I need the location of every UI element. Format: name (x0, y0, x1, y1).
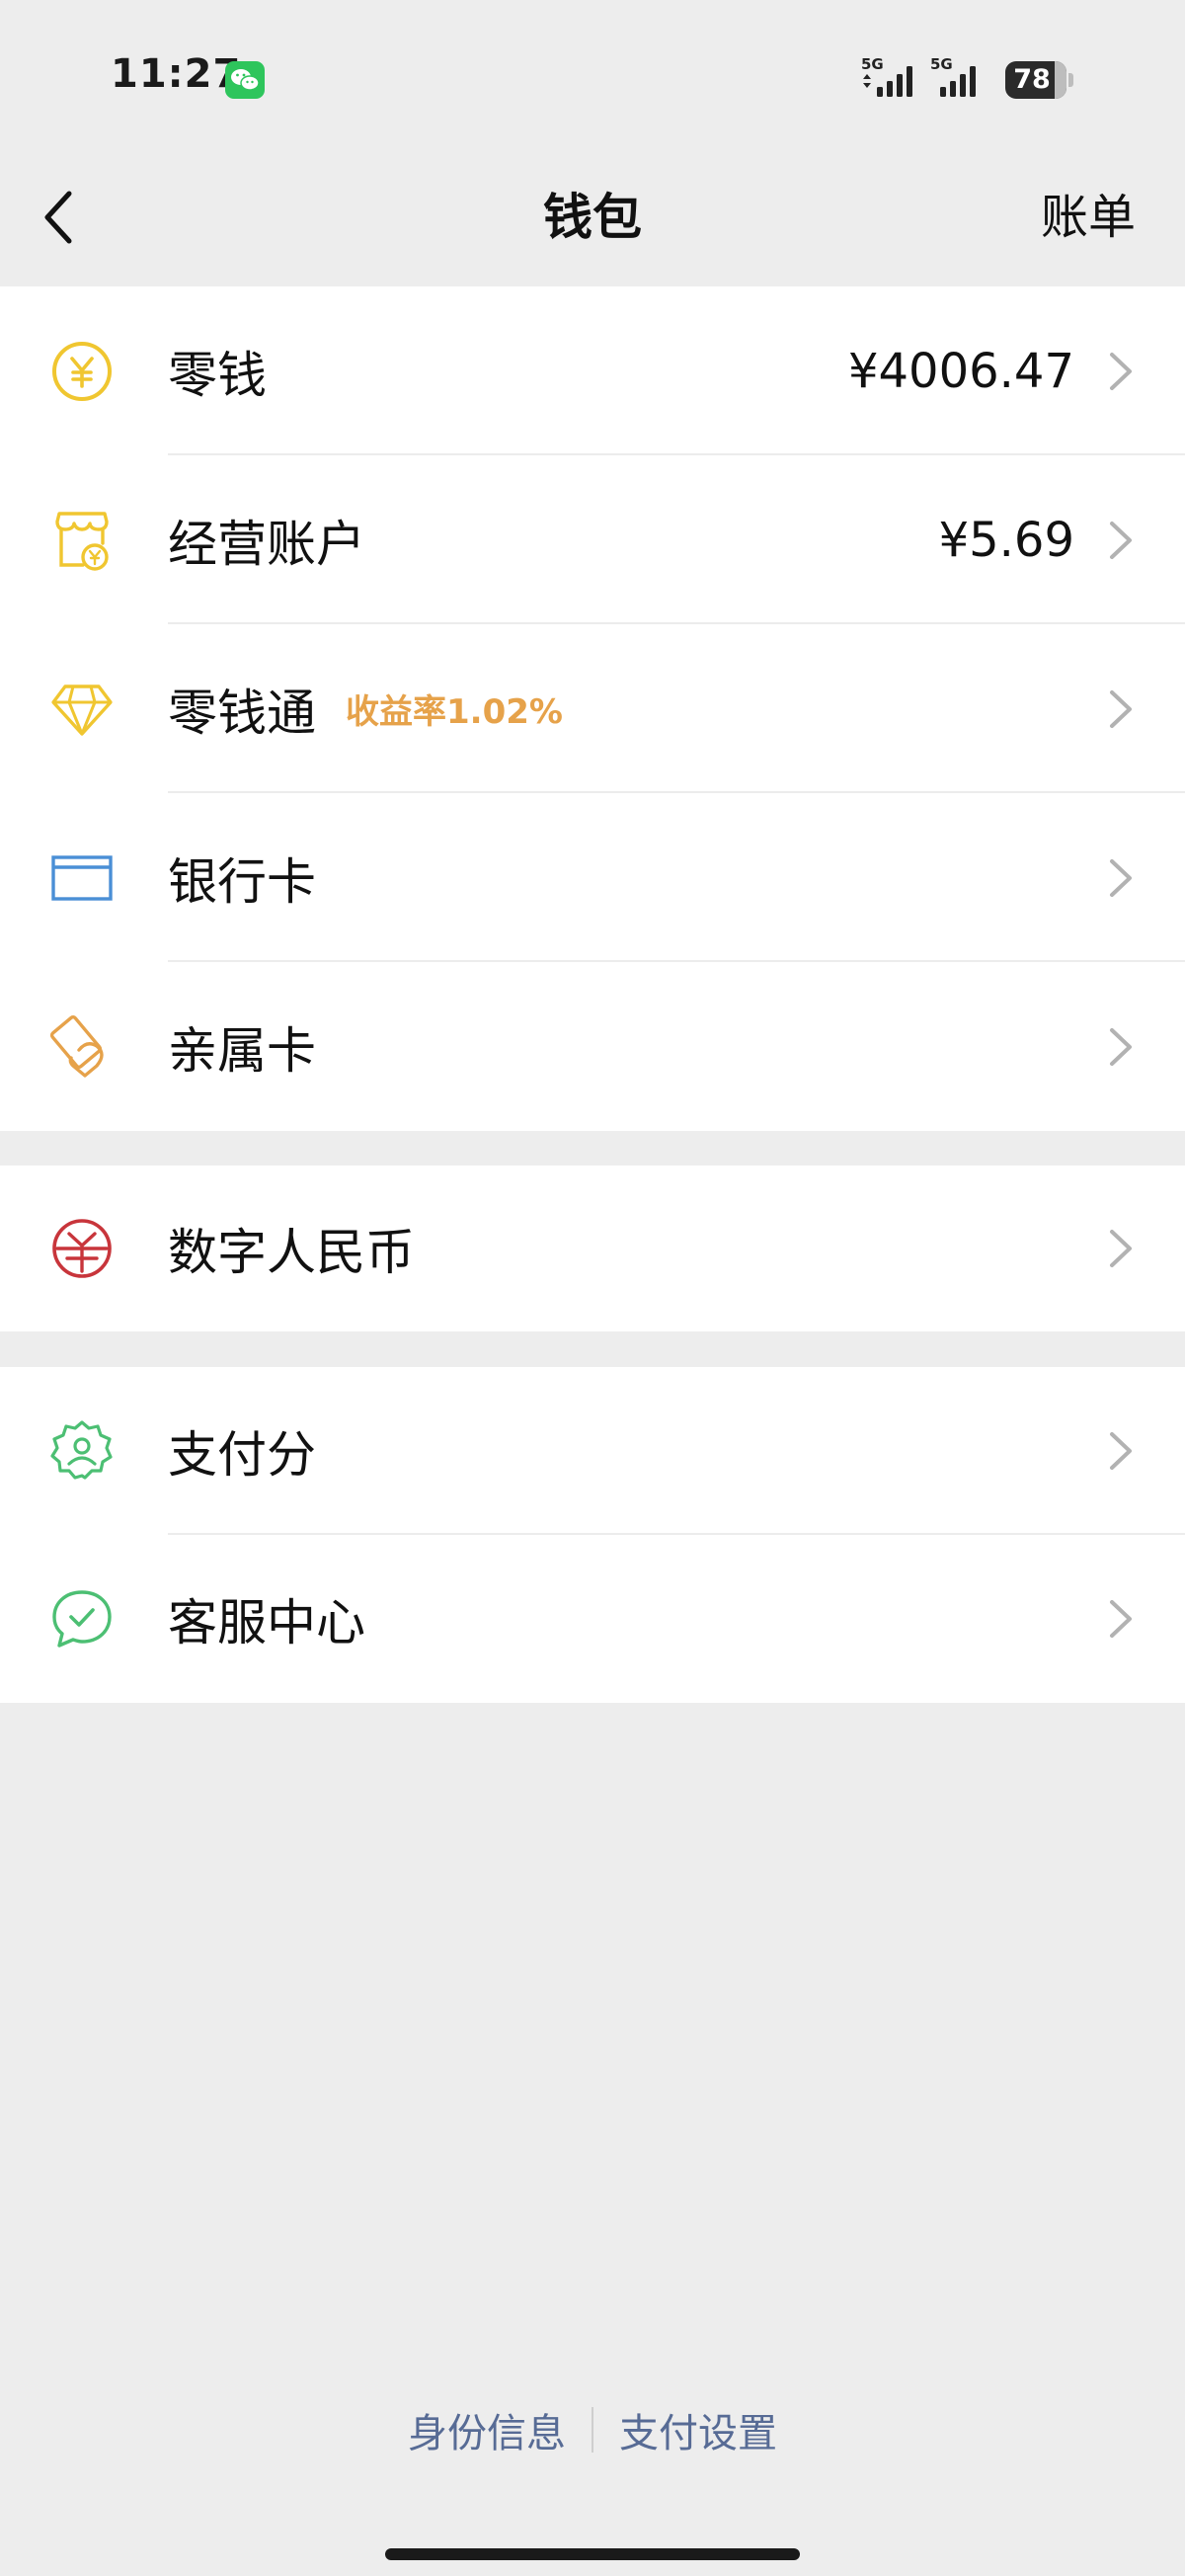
pay-score-icon (50, 1420, 113, 1480)
balance-value: ¥5.69 (938, 512, 1074, 568)
yuan-circle-icon (52, 341, 112, 401)
nav-bar: 钱包 账单 (0, 148, 1185, 286)
yield-rate-tag: 收益率1.02% (346, 692, 563, 732)
chevron-right-icon (1110, 858, 1132, 897)
digital-rmb-icon (52, 1219, 112, 1278)
list-item-label-text: 零钱通 (168, 684, 316, 742)
identity-info-link[interactable]: 身份信息 (382, 2401, 592, 2458)
list-item-label: 数字人民币 (168, 1224, 415, 1281)
list-item-label: 零钱通 收益率1.02% (168, 624, 563, 793)
chevron-right-icon (1110, 1230, 1132, 1267)
list-item-family-card[interactable]: 亲属卡 (0, 962, 1185, 1131)
chevron-right-icon (1110, 1432, 1132, 1470)
list-item-label: 零钱 (168, 346, 267, 404)
home-indicator[interactable] (385, 2548, 800, 2560)
chevron-left-icon (44, 191, 72, 244)
list-item-label: 亲属卡 (168, 1021, 316, 1080)
payment-settings-link[interactable]: 支付设置 (593, 2401, 803, 2458)
list-item-business-account[interactable]: 经营账户 ¥5.69 (0, 455, 1185, 624)
chevron-right-icon (1110, 352, 1132, 390)
battery-level: 78 (1013, 64, 1051, 95)
list-item-label: 银行卡 (168, 852, 316, 911)
list-item-change-plus[interactable]: 零钱通 收益率1.02% (0, 624, 1185, 793)
signal-5g-icon: 5G (930, 55, 976, 97)
list-item-pay-score[interactable]: 支付分 (0, 1367, 1185, 1535)
chevron-right-icon (1110, 1027, 1132, 1066)
list-item-label: 支付分 (168, 1426, 316, 1484)
wechat-notification-icon (225, 61, 265, 99)
battery-icon: 78 (1005, 61, 1073, 99)
svg-text:5G: 5G (861, 55, 884, 73)
bank-card-icon (51, 854, 113, 901)
wallet-screen: 11:27 5G 5G 78 钱包 账单 零钱 ¥4006.47 经营账户 ¥5… (0, 0, 1185, 2576)
balance-value: ¥4006.47 (847, 343, 1074, 399)
wallet-group-digital: 数字人民币 (0, 1166, 1185, 1331)
list-item-change[interactable]: 零钱 ¥4006.47 (0, 286, 1185, 455)
svg-text:5G: 5G (930, 55, 953, 73)
back-button[interactable] (30, 178, 109, 257)
bill-button[interactable]: 账单 (1041, 148, 1136, 286)
customer-service-icon (52, 1590, 112, 1648)
family-card-icon (49, 1014, 104, 1078)
list-item-customer-service[interactable]: 客服中心 (0, 1535, 1185, 1703)
list-item-digital-rmb[interactable]: 数字人民币 (0, 1166, 1185, 1331)
chevron-right-icon (1110, 1600, 1132, 1638)
wallet-group-services: 支付分 客服中心 (0, 1367, 1185, 1703)
page-title: 钱包 (543, 189, 642, 246)
chevron-right-icon (1110, 689, 1132, 728)
wallet-group-main: 零钱 ¥4006.47 经营账户 ¥5.69 零钱通 收益率1.02% 银行卡 … (0, 286, 1185, 1131)
list-item-label: 经营账户 (168, 515, 365, 573)
diamond-icon (51, 684, 113, 736)
shop-account-icon (55, 511, 109, 571)
list-item-label: 客服中心 (168, 1594, 365, 1651)
status-bar: 11:27 5G 5G 78 (0, 0, 1185, 148)
status-time: 11:27 (111, 51, 242, 97)
footer-links: 身份信息 支付设置 (0, 2390, 1185, 2469)
chevron-right-icon (1110, 521, 1132, 559)
signal-5g-icon: 5G (861, 55, 912, 97)
list-item-bank-card[interactable]: 银行卡 (0, 793, 1185, 962)
